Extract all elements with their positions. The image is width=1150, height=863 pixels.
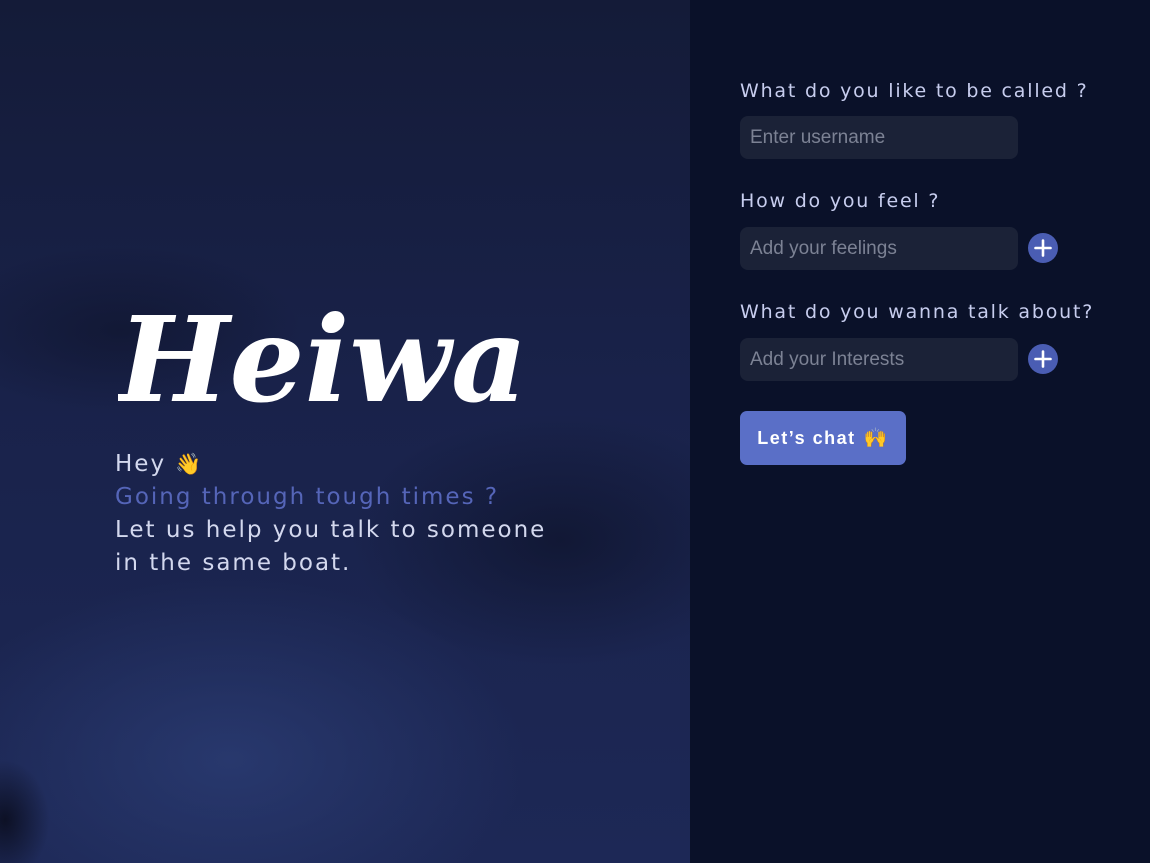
username-label: What do you like to be called ? xyxy=(740,80,1089,102)
form-panel: What do you like to be called ? How do y… xyxy=(690,0,1150,863)
lets-chat-label: Let’s chat xyxy=(757,427,856,448)
hero-shadow-decoration xyxy=(0,760,50,863)
subtitle: Going through tough times ? xyxy=(115,484,500,510)
logo: Heiwa ... xyxy=(118,283,528,443)
hero-panel: Heiwa ... Hey 👋 Going through tough time… xyxy=(0,0,690,863)
waving-hand-icon: 👋 xyxy=(175,452,204,476)
logo-svg: Heiwa ... xyxy=(118,290,528,429)
username-input[interactable] xyxy=(740,116,1018,159)
plus-circle-icon xyxy=(1034,350,1052,368)
add-feeling-button[interactable] xyxy=(1028,233,1058,263)
app-page: Heiwa ... Hey 👋 Going through tough time… xyxy=(0,0,1150,863)
raised-hands-icon: 🙌 xyxy=(863,428,889,449)
greeting-line: Hey 👋 xyxy=(115,448,546,481)
message-line-1: Let us help you talk to someone xyxy=(115,517,547,543)
add-interest-button[interactable] xyxy=(1028,344,1058,374)
logo-text: Heiwa ... xyxy=(118,290,528,429)
message-line-2: in the same boat. xyxy=(115,550,352,576)
feelings-label: How do you feel ? xyxy=(740,190,941,212)
feelings-input[interactable] xyxy=(740,227,1018,270)
lets-chat-button[interactable]: Let’s chat 🙌 xyxy=(740,411,906,465)
tagline: Hey 👋 Going through tough times ? Let us… xyxy=(115,448,546,580)
plus-circle-icon xyxy=(1034,239,1052,257)
interests-label: What do you wanna talk about? xyxy=(740,301,1095,323)
greeting-text: Hey xyxy=(115,451,167,477)
interests-input[interactable] xyxy=(740,338,1018,381)
